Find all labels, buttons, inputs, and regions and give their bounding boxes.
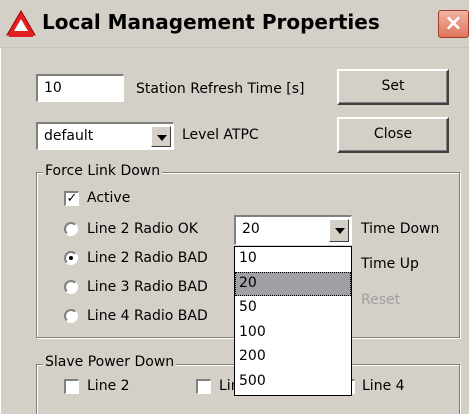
radio-line4-bad-label: Line 4 Radio BAD [87, 308, 208, 324]
slave-power-down-legend: Slave Power Down [43, 354, 177, 370]
time-down-label: Time Down [361, 221, 440, 237]
time-option[interactable]: 50 [235, 296, 351, 321]
time-options-list: 10 20 50 100 200 500 [234, 246, 352, 396]
level-atpc-select[interactable]: default [36, 122, 174, 150]
radio-line3-bad-label: Line 3 Radio BAD [87, 279, 208, 295]
reset-button[interactable]: Reset [361, 292, 400, 308]
chevron-down-icon[interactable] [151, 126, 171, 147]
time-down-select[interactable]: 20 [234, 215, 352, 245]
slave-line2-checkbox[interactable] [64, 379, 79, 394]
active-label: Active [87, 190, 131, 206]
radio-line2-ok[interactable] [64, 222, 78, 236]
checkmark-icon: ✓ [66, 191, 78, 206]
time-option[interactable]: 500 [235, 370, 351, 395]
title-bar: Local Management Properties × [0, 0, 469, 48]
radio-line2-bad[interactable] [64, 251, 78, 265]
window-title: Local Management Properties [42, 10, 380, 34]
level-atpc-label: Level ATPC [182, 127, 259, 143]
slave-line2-label: Line 2 [87, 378, 130, 394]
chevron-down-icon[interactable] [329, 219, 349, 242]
time-down-value: 20 [242, 221, 260, 237]
active-checkbox[interactable]: ✓ [64, 191, 79, 206]
close-window-icon[interactable]: × [438, 10, 469, 38]
time-option[interactable]: 100 [235, 321, 351, 346]
radio-line2-bad-label: Line 2 Radio BAD [87, 250, 208, 266]
time-option[interactable]: 200 [235, 345, 351, 370]
refresh-time-label: Station Refresh Time [s] [136, 81, 305, 97]
close-button[interactable]: Close [337, 117, 449, 153]
set-button[interactable]: Set [337, 69, 449, 105]
slave-line3-checkbox[interactable] [196, 379, 211, 394]
refresh-time-input[interactable]: 10 [36, 74, 124, 102]
app-logo-icon [6, 10, 36, 37]
force-link-down-legend: Force Link Down [43, 163, 163, 179]
time-option[interactable]: 10 [235, 247, 351, 272]
radio-line3-bad[interactable] [64, 280, 78, 294]
time-up-label: Time Up [361, 256, 419, 272]
slave-line4-label: Line 4 [362, 378, 405, 394]
radio-line2-ok-label: Line 2 Radio OK [87, 221, 198, 237]
level-atpc-value: default [44, 128, 94, 144]
radio-line4-bad[interactable] [64, 309, 78, 323]
time-option-selected[interactable]: 20 [235, 271, 351, 296]
